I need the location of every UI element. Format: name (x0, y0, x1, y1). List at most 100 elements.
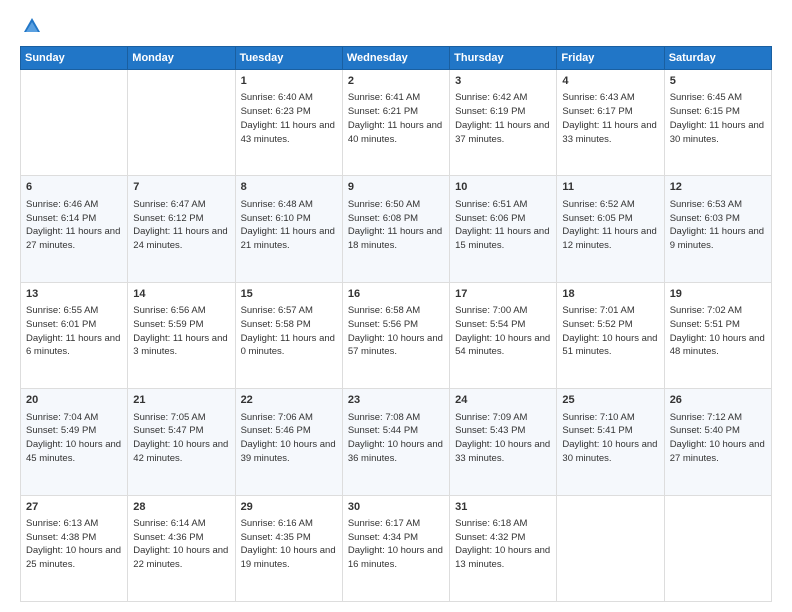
day-info: Sunrise: 6:16 AM Sunset: 4:35 PM Dayligh… (241, 517, 337, 572)
weekday-header-friday: Friday (557, 47, 664, 70)
header (20, 16, 772, 36)
calendar-table: SundayMondayTuesdayWednesdayThursdayFrid… (20, 46, 772, 602)
day-cell: 22 Sunrise: 7:06 AM Sunset: 5:46 PM Dayli… (235, 389, 342, 495)
day-info: Sunrise: 6:57 AM Sunset: 5:58 PM Dayligh… (241, 304, 337, 359)
day-info: Sunrise: 6:52 AM Sunset: 6:05 PM Dayligh… (562, 198, 658, 253)
day-number: 28 (133, 500, 229, 515)
day-info: Sunrise: 6:42 AM Sunset: 6:19 PM Dayligh… (455, 91, 551, 146)
day-info: Sunrise: 7:01 AM Sunset: 5:52 PM Dayligh… (562, 304, 658, 359)
day-info: Sunrise: 7:09 AM Sunset: 5:43 PM Dayligh… (455, 411, 551, 466)
day-number: 8 (241, 180, 337, 195)
day-cell: 17Sunrise: 7:00 AM Sunset: 5:54 PM Dayli… (450, 282, 557, 388)
day-number: 25 (562, 393, 658, 408)
day-number: 16 (348, 287, 444, 302)
weekday-header-wednesday: Wednesday (342, 47, 449, 70)
day-number: 1 (241, 74, 337, 89)
weekday-header-thursday: Thursday (450, 47, 557, 70)
day-cell: 18 Sunrise: 7:01 AM Sunset: 5:52 PM Dayli… (557, 282, 664, 388)
day-cell (128, 70, 235, 176)
day-cell: 3 Sunrise: 6:42 AM Sunset: 6:19 PM Daylig… (450, 70, 557, 176)
day-info: Sunrise: 6:48 AM Sunset: 6:10 PM Dayligh… (241, 198, 337, 253)
day-number: 29 (241, 500, 337, 515)
day-number: 18 (562, 287, 658, 302)
day-number: 26 (670, 393, 766, 408)
week-row-5: 27Sunrise: 6:13 AM Sunset: 4:38 PM Dayli… (21, 495, 772, 601)
weekday-header-tuesday: Tuesday (235, 47, 342, 70)
day-number: 4 (562, 74, 658, 89)
day-info: Sunrise: 6:41 AM Sunset: 6:21 PM Dayligh… (348, 91, 444, 146)
day-info: Sunrise: 6:46 AM Sunset: 6:14 PM Dayligh… (26, 198, 122, 253)
day-cell: 4 Sunrise: 6:43 AM Sunset: 6:17 PM Daylig… (557, 70, 664, 176)
week-row-2: 6 Sunrise: 6:46 AM Sunset: 6:14 PM Daylig… (21, 176, 772, 282)
day-info: Sunrise: 6:58 AM Sunset: 5:56 PM Dayligh… (348, 304, 444, 359)
day-cell: 21Sunrise: 7:05 AM Sunset: 5:47 PM Dayli… (128, 389, 235, 495)
week-row-1: 1 Sunrise: 6:40 AM Sunset: 6:23 PM Daylig… (21, 70, 772, 176)
day-info: Sunrise: 6:56 AM Sunset: 5:59 PM Dayligh… (133, 304, 229, 359)
day-cell: 6 Sunrise: 6:46 AM Sunset: 6:14 PM Daylig… (21, 176, 128, 282)
day-number: 5 (670, 74, 766, 89)
day-number: 20 (26, 393, 122, 408)
day-cell: 23 Sunrise: 7:08 AM Sunset: 5:44 PM Dayli… (342, 389, 449, 495)
day-cell: 24 Sunrise: 7:09 AM Sunset: 5:43 PM Dayli… (450, 389, 557, 495)
day-info: Sunrise: 7:00 AM Sunset: 5:54 PM Dayligh… (455, 304, 551, 359)
day-number: 14 (133, 287, 229, 302)
day-cell: 28 Sunrise: 6:14 AM Sunset: 4:36 PM Dayli… (128, 495, 235, 601)
day-info: Sunrise: 6:14 AM Sunset: 4:36 PM Dayligh… (133, 517, 229, 572)
weekday-header-sunday: Sunday (21, 47, 128, 70)
day-cell: 11 Sunrise: 6:52 AM Sunset: 6:05 PM Dayli… (557, 176, 664, 282)
day-number: 3 (455, 74, 551, 89)
day-number: 10 (455, 180, 551, 195)
day-number: 31 (455, 500, 551, 515)
day-info: Sunrise: 6:47 AM Sunset: 6:12 PM Dayligh… (133, 198, 229, 253)
day-number: 11 (562, 180, 658, 195)
day-info: Sunrise: 7:02 AM Sunset: 5:51 PM Dayligh… (670, 304, 766, 359)
weekday-header-monday: Monday (128, 47, 235, 70)
day-cell: 13 Sunrise: 6:55 AM Sunset: 6:01 PM Dayli… (21, 282, 128, 388)
day-number: 9 (348, 180, 444, 195)
day-number: 24 (455, 393, 551, 408)
day-number: 23 (348, 393, 444, 408)
logo-icon (22, 16, 42, 36)
day-cell: 2 Sunrise: 6:41 AM Sunset: 6:21 PM Daylig… (342, 70, 449, 176)
day-cell: 8 Sunrise: 6:48 AM Sunset: 6:10 PM Daylig… (235, 176, 342, 282)
day-number: 22 (241, 393, 337, 408)
weekday-header-row: SundayMondayTuesdayWednesdayThursdayFrid… (21, 47, 772, 70)
day-info: Sunrise: 6:45 AM Sunset: 6:15 PM Dayligh… (670, 91, 766, 146)
day-cell: 25 Sunrise: 7:10 AM Sunset: 5:41 PM Dayli… (557, 389, 664, 495)
day-number: 21 (133, 393, 229, 408)
day-number: 30 (348, 500, 444, 515)
day-cell: 20 Sunrise: 7:04 AM Sunset: 5:49 PM Dayli… (21, 389, 128, 495)
day-number: 2 (348, 74, 444, 89)
day-info: Sunrise: 7:12 AM Sunset: 5:40 PM Dayligh… (670, 411, 766, 466)
day-info: Sunrise: 7:04 AM Sunset: 5:49 PM Dayligh… (26, 411, 122, 466)
day-number: 19 (670, 287, 766, 302)
day-number: 7 (133, 180, 229, 195)
day-info: Sunrise: 7:06 AM Sunset: 5:46 PM Dayligh… (241, 411, 337, 466)
day-number: 15 (241, 287, 337, 302)
day-number: 13 (26, 287, 122, 302)
weekday-header-saturday: Saturday (664, 47, 771, 70)
day-info: Sunrise: 7:10 AM Sunset: 5:41 PM Dayligh… (562, 411, 658, 466)
day-info: Sunrise: 6:51 AM Sunset: 6:06 PM Dayligh… (455, 198, 551, 253)
day-cell: 16 Sunrise: 6:58 AM Sunset: 5:56 PM Dayli… (342, 282, 449, 388)
day-cell: 14 Sunrise: 6:56 AM Sunset: 5:59 PM Dayli… (128, 282, 235, 388)
day-cell (664, 495, 771, 601)
day-info: Sunrise: 6:53 AM Sunset: 6:03 PM Dayligh… (670, 198, 766, 253)
week-row-4: 20 Sunrise: 7:04 AM Sunset: 5:49 PM Dayli… (21, 389, 772, 495)
logo (20, 16, 44, 36)
day-cell: 9 Sunrise: 6:50 AM Sunset: 6:08 PM Daylig… (342, 176, 449, 282)
day-info: Sunrise: 7:08 AM Sunset: 5:44 PM Dayligh… (348, 411, 444, 466)
day-info: Sunrise: 6:18 AM Sunset: 4:32 PM Dayligh… (455, 517, 551, 572)
day-cell: 5 Sunrise: 6:45 AM Sunset: 6:15 PM Daylig… (664, 70, 771, 176)
day-info: Sunrise: 6:55 AM Sunset: 6:01 PM Dayligh… (26, 304, 122, 359)
day-cell: 15 Sunrise: 6:57 AM Sunset: 5:58 PM Dayli… (235, 282, 342, 388)
day-cell: 30Sunrise: 6:17 AM Sunset: 4:34 PM Dayli… (342, 495, 449, 601)
day-number: 12 (670, 180, 766, 195)
day-number: 6 (26, 180, 122, 195)
day-cell: 27Sunrise: 6:13 AM Sunset: 4:38 PM Dayli… (21, 495, 128, 601)
day-info: Sunrise: 6:50 AM Sunset: 6:08 PM Dayligh… (348, 198, 444, 253)
day-info: Sunrise: 6:40 AM Sunset: 6:23 PM Dayligh… (241, 91, 337, 146)
day-info: Sunrise: 6:43 AM Sunset: 6:17 PM Dayligh… (562, 91, 658, 146)
day-cell (557, 495, 664, 601)
day-info: Sunrise: 6:13 AM Sunset: 4:38 PM Dayligh… (26, 517, 122, 572)
